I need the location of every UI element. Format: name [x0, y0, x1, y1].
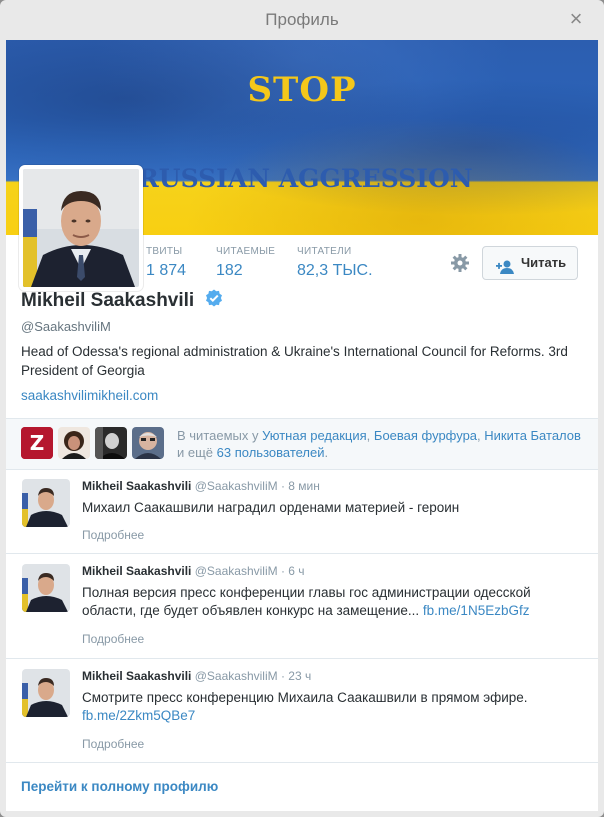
gear-icon[interactable] — [450, 253, 470, 273]
tweet-item[interactable]: Mikheil Saakashvili @SaakashviliM · 6 ч … — [6, 554, 598, 659]
tweet-link[interactable]: fb.me/2Zkm5QBe7 — [82, 708, 195, 723]
separator: · — [280, 564, 285, 578]
modal-title: Профиль — [265, 10, 339, 29]
avatar-photo — [23, 169, 139, 287]
tweet-time[interactable]: 8 мин — [288, 479, 320, 493]
tweet-header: Mikheil Saakashvili @SaakashviliM · 8 ми… — [82, 479, 320, 493]
profile-handle[interactable]: @SaakashviliM — [21, 319, 111, 334]
profile-card: STOP RUSSIAN AGGRESSION ТВИТЫ 1 874 ЧИТА… — [6, 40, 598, 811]
tweet-time[interactable]: 23 ч — [288, 669, 311, 683]
followed-by-text: В читаемых у Уютная редакция, Боевая фур… — [177, 427, 587, 461]
followed-by-link[interactable]: Никита Баталов — [484, 428, 581, 443]
follow-button[interactable]: Читать — [482, 246, 578, 280]
followed-by-link[interactable]: Уютная редакция — [262, 428, 367, 443]
stat-label: ТВИТЫ — [146, 246, 183, 257]
stat-value: 82,3 ТЫС. — [297, 262, 373, 279]
follow-button-label: Читать — [521, 255, 567, 270]
stat-following[interactable]: ЧИТАЕМЫЕ 182 — [216, 246, 275, 280]
tweet-link[interactable]: fb.me/1N5EzbGfz — [423, 603, 530, 618]
followed-by-section: Z В читаемых у Уютная редакция, Боевая ф… — [6, 418, 598, 470]
tweet-author-name[interactable]: Mikheil Saakashvili — [82, 479, 191, 493]
tweet-author-handle[interactable]: @SaakashviliM — [195, 479, 278, 493]
profile-modal: Профиль × STOP RUSSIAN AGGRESSION ТВИТЫ … — [0, 0, 604, 817]
tweet-more-link[interactable]: Подробнее — [82, 737, 144, 751]
banner-text-aggression: RUSSIAN AGGRESSION — [138, 164, 473, 193]
tweet-avatar[interactable] — [22, 669, 70, 717]
add-user-icon — [495, 255, 515, 287]
stat-followers[interactable]: ЧИТАТЕЛИ 82,3 ТЫС. — [297, 246, 373, 280]
view-full-profile-link[interactable]: Перейти к полному профилю — [21, 779, 218, 794]
tweet-author-name[interactable]: Mikheil Saakashvili — [82, 564, 191, 578]
tweet-header: Mikheil Saakashvili @SaakashviliM · 6 ч — [82, 564, 305, 578]
tweet-avatar[interactable] — [22, 564, 70, 612]
followed-by-prefix: В читаемых у — [177, 428, 263, 443]
mini-avatar[interactable] — [58, 427, 90, 459]
stat-value: 1 874 — [146, 262, 187, 279]
followed-by-suffix: . — [324, 445, 329, 460]
separator: · — [280, 479, 285, 493]
profile-bio: Head of Odessa's regional administration… — [21, 344, 568, 378]
tweet-header: Mikheil Saakashvili @SaakashviliM · 23 ч — [82, 669, 311, 683]
tweet-item[interactable]: Mikheil Saakashvili @SaakashviliM · 8 ми… — [6, 469, 598, 554]
profile-url-link[interactable]: saakashvilimikheil.com — [21, 388, 158, 403]
stat-label: ЧИТАТЕЛИ — [297, 246, 352, 257]
tweet-author-name[interactable]: Mikheil Saakashvili — [82, 669, 191, 683]
stat-value: 182 — [216, 262, 243, 279]
tweet-more-link[interactable]: Подробнее — [82, 528, 144, 542]
followed-by-more-link[interactable]: 63 пользователей — [217, 445, 325, 460]
followed-by-mid: и ещё — [177, 445, 217, 460]
avatar[interactable] — [19, 165, 143, 291]
tweet-text: Полная версия пресс конференции главы го… — [82, 584, 582, 620]
stat-label: ЧИТАЕМЫЕ — [216, 246, 276, 257]
stat-tweets[interactable]: ТВИТЫ 1 874 — [146, 246, 186, 280]
mini-avatar[interactable] — [132, 427, 164, 459]
tweet-avatar[interactable] — [22, 479, 70, 527]
tweet-time[interactable]: 6 ч — [288, 564, 304, 578]
separator: · — [280, 669, 285, 683]
close-icon[interactable]: × — [566, 8, 586, 30]
tweet-body: Смотрите пресс конференцию Михаила Саака… — [82, 690, 528, 705]
tweet-author-handle[interactable]: @SaakashviliM — [195, 564, 278, 578]
tweet-item[interactable]: Mikheil Saakashvili @SaakashviliM · 23 ч… — [6, 659, 598, 763]
tweet-author-handle[interactable]: @SaakashviliM — [195, 669, 278, 683]
followed-by-link[interactable]: Боевая фурфура — [374, 428, 477, 443]
profile-name[interactable]: Mikheil Saakashvili — [21, 290, 194, 311]
mini-avatar-letter: Z — [30, 431, 45, 455]
tweet-more-link[interactable]: Подробнее — [82, 632, 144, 646]
tweet-text: Смотрите пресс конференцию Михаила Саака… — [82, 689, 582, 725]
profile-name-row: Mikheil Saakashvili — [21, 289, 223, 312]
verified-badge-icon — [205, 289, 223, 312]
mini-avatar[interactable]: Z — [21, 427, 53, 459]
mini-avatar[interactable] — [95, 427, 127, 459]
separator: , — [366, 428, 374, 443]
tweet-body: Михаил Саакашвили наградил орденами мате… — [82, 500, 460, 515]
tweet-text: Михаил Саакашвили наградил орденами мате… — [82, 499, 582, 517]
banner-text-stop: STOP — [247, 70, 357, 110]
